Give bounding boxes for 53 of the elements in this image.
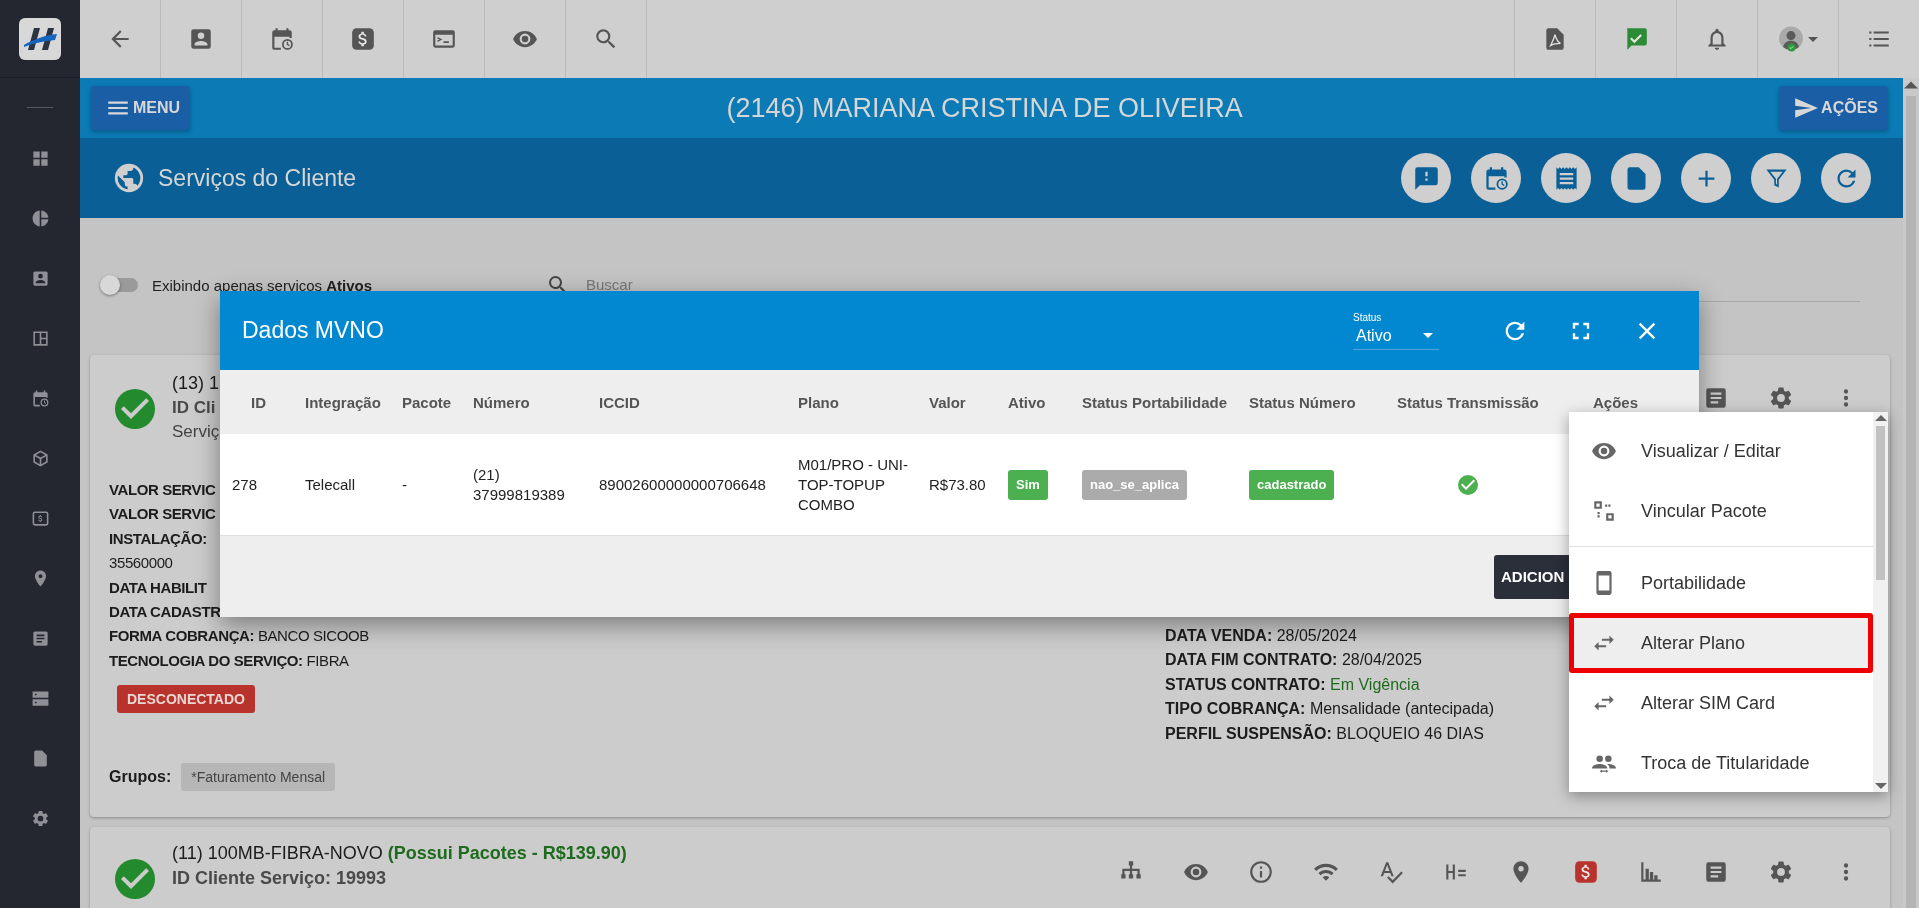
detail-line: VALOR SERVIC: [109, 480, 216, 500]
table-cell: (21) 37999819389: [473, 434, 599, 536]
status-badge: cadastrado: [1249, 469, 1335, 500]
detail-line: DATA FIM CONTRATO: 28/04/2025: [1165, 650, 1422, 671]
column-header: Status Portabilidade: [1082, 370, 1249, 434]
service-title: (13) 1: [172, 373, 220, 394]
service-id: ID Cli: [172, 398, 217, 418]
toggle-label: Exibindo apenas servicos Ativos: [152, 276, 374, 294]
column-header: Ações: [1593, 392, 1640, 413]
client-title: (2146) MARIANA CRISTINA DE OLIVEIRA: [725, 92, 1244, 124]
detail-line: DATA CADASTR: [109, 602, 221, 623]
table-cell: 278: [220, 434, 305, 536]
table-cell: R$73.80: [929, 434, 1008, 536]
detail-line: TIPO COBRANÇA: Mensalidade (antecipada): [1165, 699, 1494, 720]
column-header: Ativo: [1008, 370, 1082, 434]
status-badge: Sim: [1008, 469, 1048, 500]
column-header: Integração: [305, 370, 402, 434]
table-cell: M01/PRO - UNI-TOP-TOPUP COMBO: [798, 434, 929, 536]
detail-line: VALOR SERVIC: [109, 504, 216, 525]
detail-line: FORMA COBRANÇA: BANCO SICOOB: [109, 626, 369, 647]
menu-item[interactable]: Alterar Plano: [1569, 613, 1873, 673]
service-id: ID Cliente Serviço: 19993: [172, 868, 388, 889]
column-header: Pacote: [402, 370, 473, 434]
column-header: Plano: [798, 370, 929, 434]
menu-button[interactable]: MENU: [91, 86, 191, 130]
status-badge: DESCONECTADO: [117, 685, 255, 714]
table-cell: 89002600000000706648: [599, 434, 798, 536]
detail-line: 35560000: [109, 553, 173, 574]
column-header: Status Número: [1249, 370, 1397, 434]
detail-line: TECNOLOGIA DO SERVIÇO: FIBRA: [109, 650, 349, 671]
menu-item[interactable]: Alterar SIM Card: [1569, 673, 1873, 733]
detail-line: DATA VENDA: 28/05/2024: [1165, 626, 1357, 646]
dialog-title: Dados MVNO: [242, 317, 385, 344]
detail-line: DATA HABILIT: [109, 577, 207, 598]
detail-line: INSTALAÇÃO:: [109, 528, 207, 549]
column-header: ID: [220, 370, 305, 434]
group-tag: *Faturamento Mensal: [181, 763, 336, 792]
detail-line: STATUS CONTRATO: Em Vigência: [1165, 674, 1420, 695]
column-header: Número: [473, 370, 599, 434]
groups-label: Grupos:: [109, 768, 172, 787]
status-select[interactable]: Status Ativo: [1353, 311, 1439, 350]
status-badge: nao_se_aplica: [1082, 469, 1187, 500]
menu-item[interactable]: Vincular Pacote: [1569, 481, 1873, 541]
column-header: Valor: [929, 370, 1008, 434]
detail-line: PERFIL SUSPENSÃO: BLOQUEIO 46 DIAS: [1165, 723, 1484, 744]
table-cell: -: [402, 434, 473, 536]
table-cell: Telecall: [305, 434, 402, 536]
section-title: Serviços do Cliente: [158, 164, 358, 192]
service-title: (11) 100MB-FIBRA-NOVO (Possui Pacotes - R$139.90): [172, 843, 627, 864]
actions-button[interactable]: AÇÕES: [1779, 86, 1888, 130]
service-subtitle: Serviç: [172, 422, 220, 442]
menu-item[interactable]: Troca de Titularidade: [1569, 733, 1873, 793]
column-header: ICCID: [599, 370, 798, 434]
